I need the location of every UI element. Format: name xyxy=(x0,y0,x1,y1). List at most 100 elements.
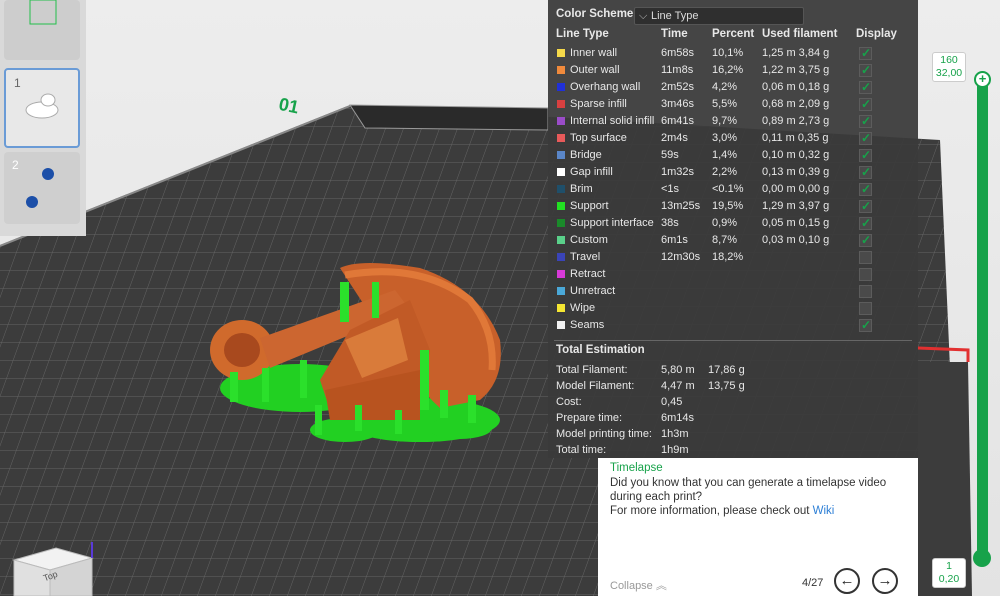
line-type-row: Bridge 59s 1,4% 0,10 m 0,32 g xyxy=(548,147,918,164)
color-swatch xyxy=(557,168,565,176)
line-type-row: Seams xyxy=(548,317,918,334)
display-checkbox[interactable] xyxy=(859,79,872,96)
line-type-percent: 3,0% xyxy=(712,132,738,144)
line-type-percent: 9,7% xyxy=(712,115,738,127)
plate-thumbnail-2[interactable]: 2 xyxy=(4,152,80,224)
bottom-layer-handle[interactable] xyxy=(973,549,991,567)
plate-thumbnail-0[interactable] xyxy=(4,0,80,60)
display-checkbox[interactable] xyxy=(859,215,872,232)
line-type-percent: 1,4% xyxy=(712,149,738,161)
color-swatch xyxy=(557,321,565,329)
display-checkbox[interactable] xyxy=(859,147,872,164)
collapse-button[interactable]: Collapse ︽ xyxy=(610,577,667,593)
header-used-filament: Used filament xyxy=(762,28,838,40)
tip-body: Did you know that you can generate a tim… xyxy=(610,476,910,518)
line-type-time: 12m30s xyxy=(661,251,701,263)
top-layer-number: 160 xyxy=(940,54,958,66)
line-type-percent: 18,2% xyxy=(712,251,744,263)
color-scheme-label: Color Scheme xyxy=(556,8,634,20)
plate-number: 1 xyxy=(14,76,21,90)
line-type-percent: 8,7% xyxy=(712,234,738,246)
total-estimation-row: Total Filament: 5,80 m 17,86 g xyxy=(548,362,918,378)
previous-tip-button[interactable]: ← xyxy=(834,568,860,594)
color-scheme-dropdown[interactable]: ⌵ Line Type xyxy=(634,7,804,25)
arrow-left-icon: ← xyxy=(839,572,855,589)
line-type-percent: 19,5% xyxy=(712,200,744,212)
color-swatch xyxy=(557,219,565,227)
display-checkbox[interactable] xyxy=(859,96,872,113)
display-checkbox[interactable] xyxy=(859,62,872,79)
display-checkbox[interactable] xyxy=(859,181,872,198)
total-weight: 13,75 g xyxy=(708,380,745,392)
line-type-name: Support xyxy=(570,200,609,212)
total-value: 4,47 m xyxy=(661,380,695,392)
line-type-name: Internal solid infill xyxy=(570,115,655,127)
line-type-percent: 5,5% xyxy=(712,98,738,110)
color-swatch xyxy=(557,117,565,125)
display-checkbox[interactable] xyxy=(859,198,872,215)
line-type-used-filament: 0,10 m 0,32 g xyxy=(762,149,830,161)
legend-panel: Color Scheme ⌵ Line Type Line Type Time P… xyxy=(548,0,918,458)
total-estimation-title: Total Estimation xyxy=(556,344,645,356)
display-checkbox[interactable] xyxy=(859,113,872,130)
line-type-row: Support interface 38s 0,9% 0,05 m 0,15 g xyxy=(548,215,918,232)
total-weight: 17,86 g xyxy=(708,364,745,376)
top-layer-height: 32,00 xyxy=(935,67,963,79)
total-estimation-row: Total time: 1h9m xyxy=(548,442,918,458)
next-tip-button[interactable]: → xyxy=(872,568,898,594)
color-scheme-value: Line Type xyxy=(651,10,699,22)
line-type-percent: 16,2% xyxy=(712,64,744,76)
line-type-used-filament: 0,03 m 0,10 g xyxy=(762,234,830,246)
line-type-percent: 10,1% xyxy=(712,47,744,59)
wiki-link[interactable]: Wiki xyxy=(813,505,835,517)
arrow-right-icon: → xyxy=(877,572,893,589)
total-label: Prepare time: xyxy=(556,412,623,424)
top-layer-handle[interactable]: + xyxy=(974,71,991,88)
total-label: Model printing time: xyxy=(556,428,652,440)
line-type-used-filament: 0,05 m 0,15 g xyxy=(762,217,830,229)
tip-line-1: Did you know that you can generate a tim… xyxy=(610,477,887,489)
line-type-row: Inner wall 6m58s 10,1% 1,25 m 3,84 g xyxy=(548,45,918,62)
header-time: Time xyxy=(661,28,688,40)
line-type-time: 3m46s xyxy=(661,98,695,110)
line-type-name: Custom xyxy=(570,234,608,246)
display-checkbox[interactable] xyxy=(859,302,872,315)
line-type-row: Custom 6m1s 8,7% 0,03 m 0,10 g xyxy=(548,232,918,249)
display-checkbox[interactable] xyxy=(859,285,872,298)
plate-thumbnail-1[interactable]: 1 xyxy=(4,68,80,148)
line-type-used-filament: 0,11 m 0,35 g xyxy=(762,132,829,144)
display-checkbox[interactable] xyxy=(859,251,872,264)
line-type-row: Brim <1s <0.1% 0,00 m 0,00 g xyxy=(548,181,918,198)
line-type-time: 11m8s xyxy=(661,64,694,76)
total-estimation-row: Prepare time: 6m14s xyxy=(548,410,918,426)
line-type-time: <1s xyxy=(661,183,680,195)
line-type-used-filament: 1,25 m 3,84 g xyxy=(762,47,830,59)
tip-page-indicator: 4/27 xyxy=(802,577,824,589)
bottom-layer-number: 1 xyxy=(946,560,952,572)
color-swatch xyxy=(557,151,565,159)
display-checkbox[interactable] xyxy=(859,45,872,62)
chevron-down-icon: ⌵ xyxy=(639,10,648,22)
plus-icon: + xyxy=(978,71,987,86)
line-type-name: Travel xyxy=(570,251,601,263)
line-type-name: Overhang wall xyxy=(570,81,641,93)
layer-slider-track[interactable] xyxy=(977,78,988,558)
display-checkbox[interactable] xyxy=(859,268,872,281)
chevron-up-icon: ︽ xyxy=(652,580,667,592)
line-type-percent: <0.1% xyxy=(712,183,744,195)
total-value: 1h9m xyxy=(661,444,689,456)
tip-title: Timelapse xyxy=(610,462,663,474)
display-checkbox[interactable] xyxy=(859,317,872,334)
line-type-time: 59s xyxy=(661,149,679,161)
display-checkbox[interactable] xyxy=(859,164,872,181)
display-checkbox[interactable] xyxy=(859,130,872,147)
line-type-row: Gap infill 1m32s 2,2% 0,13 m 0,39 g xyxy=(548,164,918,181)
color-swatch xyxy=(557,304,565,312)
line-type-row: Overhang wall 2m52s 4,2% 0,06 m 0,18 g xyxy=(548,79,918,96)
color-swatch xyxy=(557,185,565,193)
line-type-name: Bridge xyxy=(570,149,602,161)
line-type-name: Top surface xyxy=(570,132,627,144)
total-label: Total Filament: xyxy=(556,364,628,376)
display-checkbox[interactable] xyxy=(859,232,872,249)
line-type-used-filament: 0,00 m 0,00 g xyxy=(762,183,830,195)
